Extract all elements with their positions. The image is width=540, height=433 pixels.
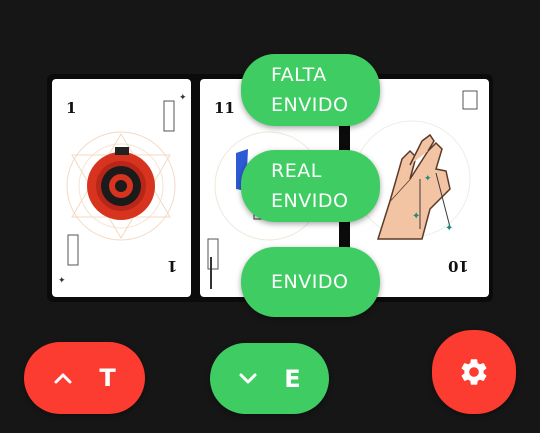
card-number-bottom: 1 — [166, 257, 177, 275]
truco-letter: T — [99, 364, 116, 392]
gear-icon — [461, 359, 487, 385]
svg-text:✦: ✦ — [445, 223, 453, 234]
card-1[interactable]: ✦ ✦ 1 1 — [52, 79, 191, 297]
real-envido-button[interactable]: REAL ENVIDO — [241, 150, 380, 222]
svg-text:✦: ✦ — [179, 92, 187, 102]
envido-menu-button[interactable]: E — [210, 343, 329, 414]
envido-letter: E — [284, 364, 301, 393]
card-number-bottom: 10 — [448, 257, 469, 275]
real-envido-line-1: REAL — [271, 160, 322, 182]
falta-envido-button[interactable]: FALTA ENVIDO — [241, 54, 380, 126]
truco-button[interactable]: T — [24, 342, 145, 414]
envido-label: ENVIDO — [271, 271, 349, 293]
falta-envido-line-1: FALTA — [271, 64, 327, 86]
envido-button[interactable]: ENVIDO — [241, 247, 380, 317]
chevron-up-icon — [54, 373, 72, 384]
svg-text:✦: ✦ — [58, 275, 66, 285]
svg-text:✦: ✦ — [424, 173, 432, 183]
card-number-top: 11 — [214, 99, 235, 117]
svg-text:✦: ✦ — [412, 211, 420, 222]
falta-envido-line-2: ENVIDO — [271, 94, 349, 116]
real-envido-line-2: ENVIDO — [271, 190, 349, 212]
chevron-down-icon — [239, 373, 257, 383]
settings-button[interactable] — [432, 330, 516, 414]
card-number-top: 1 — [66, 99, 77, 117]
